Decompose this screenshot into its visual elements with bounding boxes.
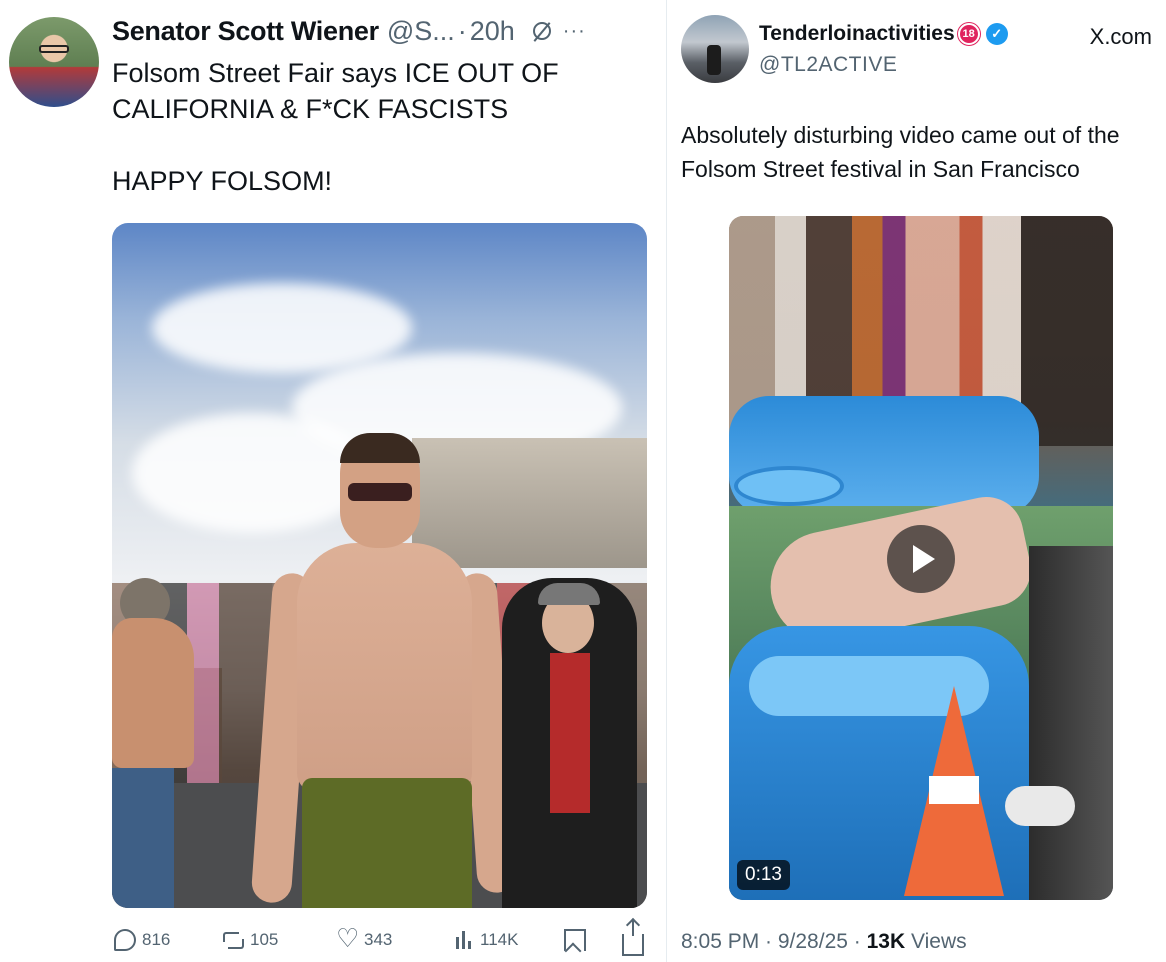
tweet-photo[interactable] [112, 223, 647, 908]
right-tweet: Tenderloinactivities 18 ✓ @TL2ACTIVE X.c… [666, 0, 1166, 962]
author-name-row: Tenderloinactivities 18 ✓ [759, 22, 1008, 46]
separator-dot: · [457, 15, 467, 46]
author-name[interactable]: Senator Scott Wiener [112, 16, 379, 47]
reply-count: 816 [142, 930, 171, 949]
bookmark-button[interactable] [564, 925, 592, 955]
avatar-glasses [39, 45, 69, 53]
views-label: Views [905, 930, 967, 953]
like-button[interactable]: 343 [336, 925, 392, 955]
tweet-text-line: CALIFORNIA & F*CK FASCISTS [112, 94, 509, 124]
heart-icon [336, 925, 359, 951]
photo-subject [250, 433, 519, 908]
tweet-text: Folsom Street Fair says ICE OUT OF CALIF… [112, 55, 652, 199]
grok-icon[interactable] [532, 22, 551, 40]
author-handle[interactable]: @S... [387, 16, 455, 47]
author-avatar[interactable] [9, 17, 99, 107]
repost-button[interactable]: 105 [222, 925, 278, 955]
tweet-video[interactable]: 0:13 [729, 216, 1113, 900]
tweet-text: Absolutely disturbing video came out of … [681, 122, 1120, 182]
verified-icon: ✓ [985, 23, 1008, 45]
reply-button[interactable]: 816 [114, 925, 170, 955]
tweet-actions: 816 105 343 114K [112, 920, 650, 956]
repost-count: 105 [250, 930, 279, 949]
post-timestamp[interactable]: 8:05 PM · 9/28/25 · [681, 930, 867, 953]
bookmark-icon [564, 929, 586, 951]
age-badge-icon: 18 [957, 23, 980, 45]
share-button[interactable] [622, 920, 650, 956]
author-name[interactable]: Tenderloinactivities [759, 22, 955, 46]
more-icon[interactable]: ··· [563, 20, 586, 43]
tweet-header: Senator Scott Wiener @S... · 20h ··· [112, 14, 586, 48]
video-duration: 0:13 [737, 860, 790, 890]
avatar-motorcycle [707, 45, 721, 75]
share-icon [622, 920, 644, 956]
source-label: X.com [1089, 24, 1152, 49]
left-tweet: Senator Scott Wiener @S... · 20h ··· Fol… [0, 0, 666, 962]
author-handle[interactable]: @TL2ACTIVE [759, 53, 897, 77]
views-count: 114K [480, 930, 519, 949]
retweet-icon [222, 929, 244, 951]
author-avatar[interactable] [681, 15, 749, 83]
tweet-meta: 8:05 PM · 9/28/25 · 13K Views [681, 930, 967, 954]
views-icon [452, 929, 474, 951]
like-count: 343 [364, 930, 393, 949]
tweet-text-line: Folsom Street Fair says ICE OUT OF [112, 58, 559, 88]
play-icon[interactable] [887, 525, 955, 593]
reply-icon [114, 929, 136, 951]
views-button[interactable]: 114K [452, 925, 518, 955]
post-time[interactable]: 20h [470, 16, 515, 47]
tweet-text-line: HAPPY FOLSOM! [112, 166, 333, 196]
views-count: 13K [866, 930, 906, 953]
